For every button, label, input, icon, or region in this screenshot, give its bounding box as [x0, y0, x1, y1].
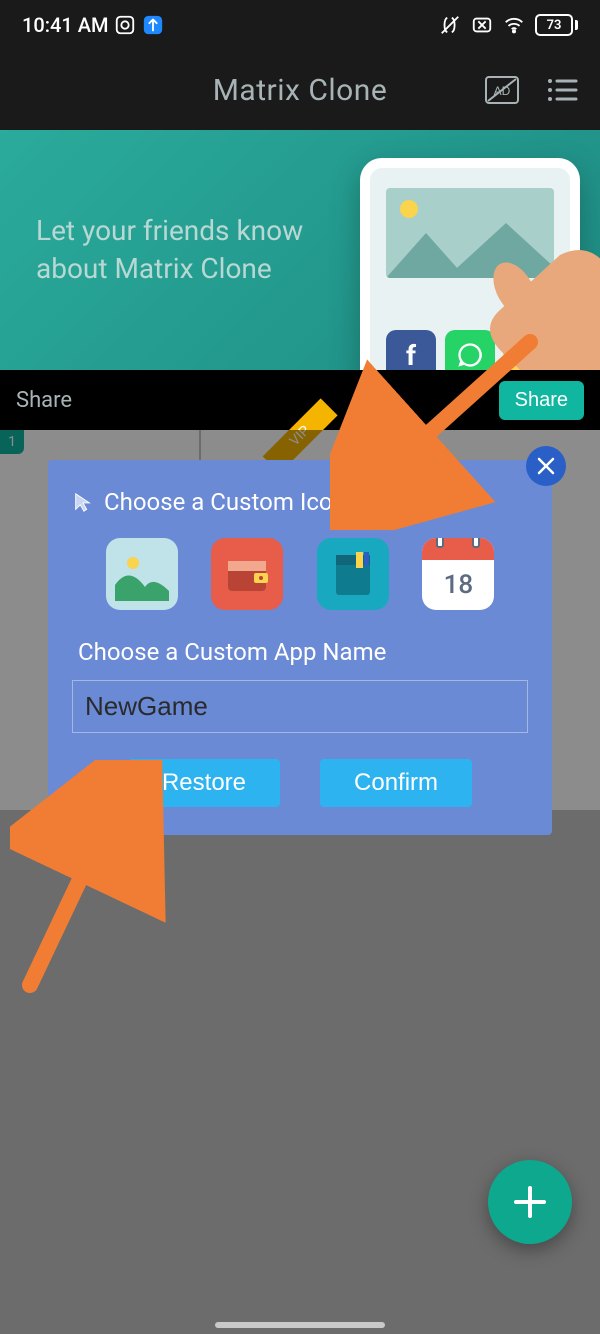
promo-banner[interactable]: Let your friends know about Matrix Clone…: [0, 130, 600, 370]
icon-option-gallery[interactable]: [106, 538, 178, 610]
hand-illustration: [410, 210, 600, 370]
dialog-heading-name: Choose a Custom App Name: [78, 638, 528, 666]
dialog-heading-icon: Choose a Custom Icon: [104, 488, 346, 516]
menu-button[interactable]: [544, 72, 580, 108]
status-app-icon: [114, 14, 136, 36]
wifi-icon: [503, 14, 525, 36]
promo-line-1: Let your friends know: [36, 212, 303, 250]
battery-level: 73: [547, 18, 562, 33]
app-title: Matrix Clone: [213, 73, 388, 108]
app-name-input[interactable]: [72, 680, 528, 733]
restore-button[interactable]: Restore: [128, 759, 280, 807]
confirm-button[interactable]: Confirm: [320, 759, 472, 807]
status-time: 10:41 AM: [22, 13, 108, 37]
upload-icon: [142, 14, 164, 36]
close-button[interactable]: [526, 446, 566, 486]
battery-indicator: 73: [535, 14, 578, 36]
dnd-icon: [471, 14, 493, 36]
status-left: 10:41 AM: [22, 13, 164, 37]
home-indicator[interactable]: [215, 1322, 385, 1328]
header-actions: AD: [484, 72, 580, 108]
custom-icon-dialog: Choose a Custom Icon 18 Choose a Custom …: [48, 460, 552, 835]
promo-line-2: about Matrix Clone: [36, 250, 303, 288]
cursor-icon: [72, 491, 94, 513]
app-header: Matrix Clone AD: [0, 50, 600, 130]
share-button[interactable]: Share: [499, 381, 584, 420]
icon-option-wallet[interactable]: [211, 538, 283, 610]
vibrate-icon: [439, 14, 461, 36]
promo-text: Let your friends know about Matrix Clone: [36, 212, 303, 288]
status-bar: 10:41 AM 73: [0, 0, 600, 50]
no-ads-button[interactable]: AD: [484, 72, 520, 108]
calendar-day: 18: [444, 560, 474, 610]
icon-option-calendar[interactable]: 18: [422, 538, 494, 610]
add-fab[interactable]: [488, 1160, 572, 1244]
status-right: 73: [439, 14, 578, 36]
icon-option-row: 18: [72, 538, 528, 610]
icon-option-book[interactable]: [317, 538, 389, 610]
share-label: Share: [16, 388, 72, 413]
